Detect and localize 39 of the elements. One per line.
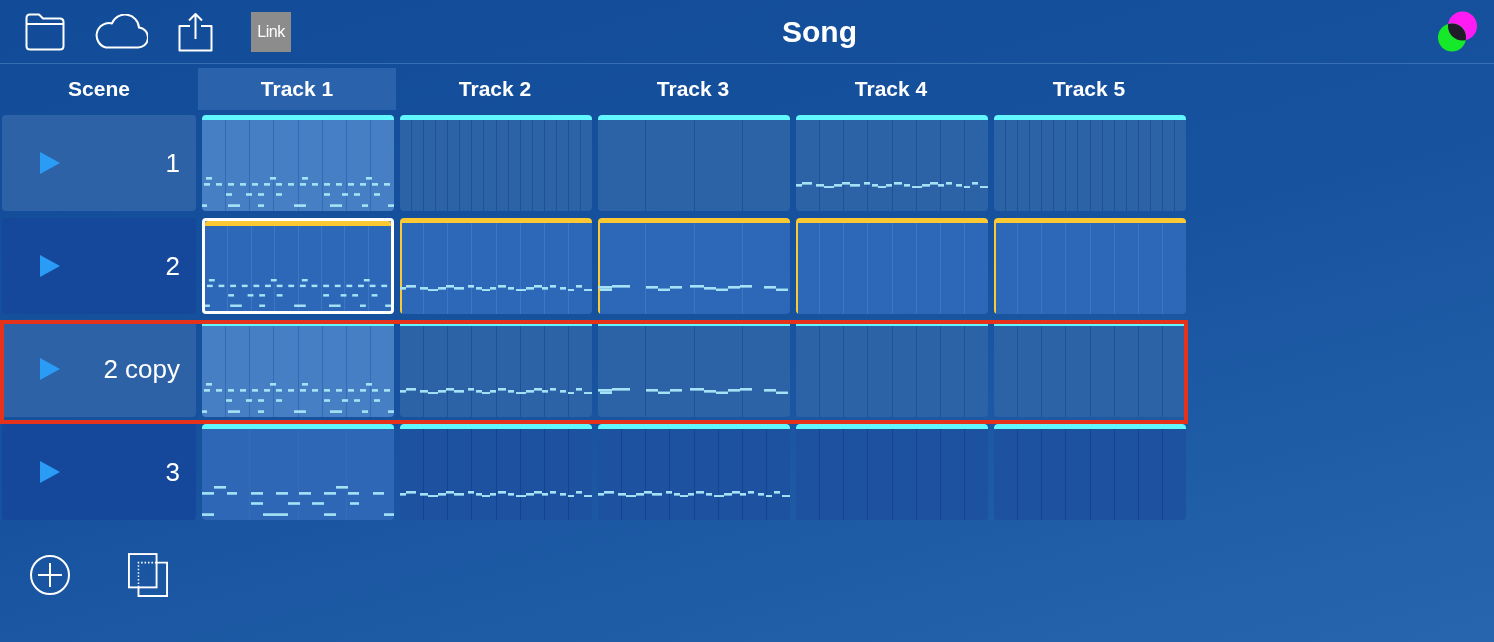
play-icon[interactable] xyxy=(40,461,60,483)
track-header[interactable]: Track 3 xyxy=(594,68,792,110)
clip-cell[interactable] xyxy=(598,115,790,211)
scene-button[interactable]: 1 xyxy=(2,115,196,211)
clip-cell[interactable] xyxy=(400,115,592,211)
scene-button[interactable]: 3 xyxy=(2,424,196,520)
clip-cell[interactable] xyxy=(796,424,988,520)
play-icon[interactable] xyxy=(40,255,60,277)
share-icon[interactable] xyxy=(178,11,213,52)
clip-cell[interactable] xyxy=(796,321,988,417)
clip-cell[interactable] xyxy=(598,218,790,314)
clip-cell[interactable] xyxy=(994,321,1186,417)
clip-cell[interactable] xyxy=(400,218,592,314)
clip-cell[interactable] xyxy=(202,218,394,314)
column-header: Scene xyxy=(68,77,130,101)
clip-cell[interactable] xyxy=(202,424,394,520)
track-header[interactable]: Track 5 xyxy=(990,68,1188,110)
clip-cell[interactable] xyxy=(400,321,592,417)
clip-cell[interactable] xyxy=(598,321,790,417)
clip-cell[interactable] xyxy=(202,321,394,417)
clip-cell[interactable] xyxy=(994,424,1186,520)
duplicate-icon[interactable] xyxy=(128,553,168,597)
track-header[interactable]: Track 1 xyxy=(198,68,396,110)
clip-cell[interactable] xyxy=(202,115,394,211)
clip-cell[interactable] xyxy=(994,218,1186,314)
clip-cell[interactable] xyxy=(796,218,988,314)
track-header[interactable]: Track 4 xyxy=(792,68,990,110)
scene-button[interactable]: 2 copy xyxy=(2,321,196,417)
clip-cell[interactable] xyxy=(796,115,988,211)
clip-cell[interactable] xyxy=(598,424,790,520)
clip-cell[interactable] xyxy=(994,115,1186,211)
cloud-icon[interactable] xyxy=(94,14,148,49)
color-circles-icon[interactable] xyxy=(1437,11,1478,52)
scene-button[interactable]: 2 xyxy=(2,218,196,314)
track-header[interactable]: Track 2 xyxy=(396,68,594,110)
add-icon[interactable] xyxy=(30,555,70,595)
song-title: Song xyxy=(782,14,857,49)
clip-cell[interactable] xyxy=(400,424,592,520)
folder-icon[interactable] xyxy=(25,12,65,51)
